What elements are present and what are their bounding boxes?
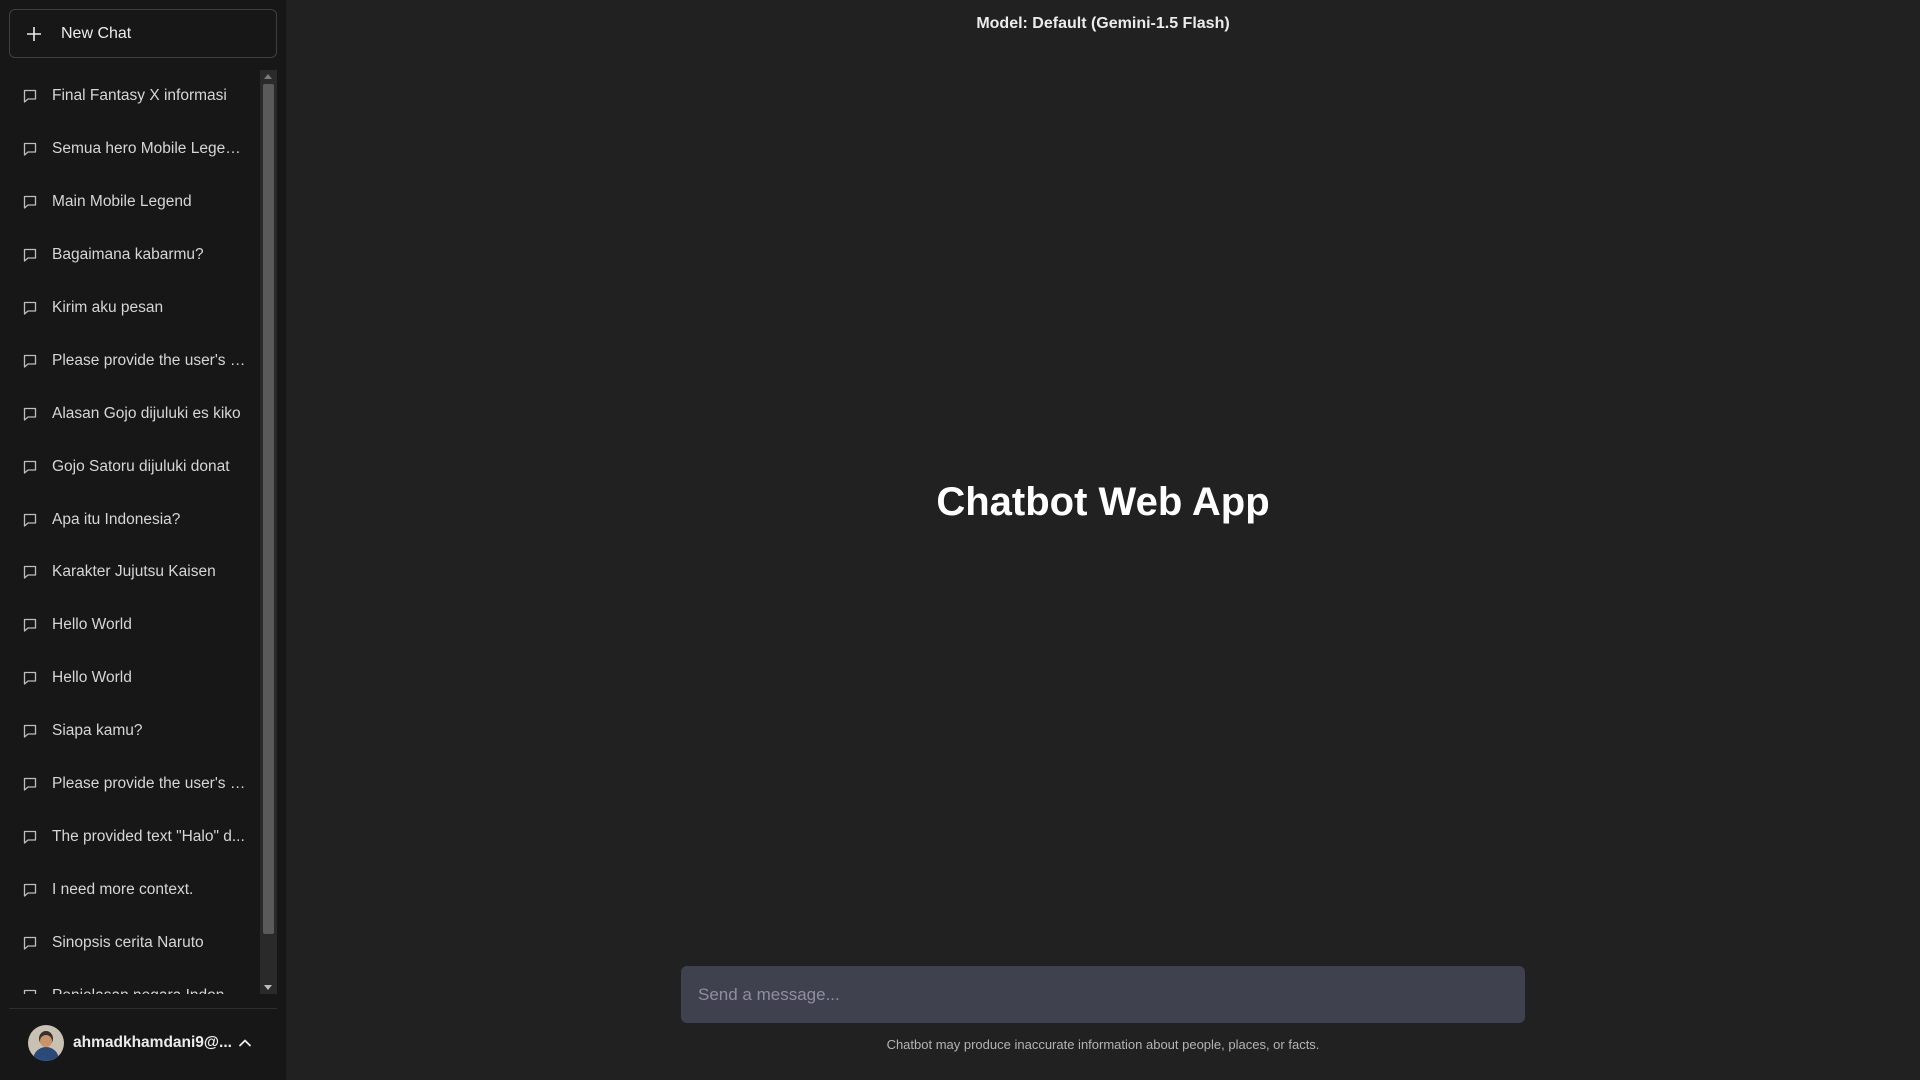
chat-bubble-icon: [22, 510, 42, 530]
chat-bubble-icon: [22, 827, 42, 847]
sidebar-chat-item[interactable]: Sinopsis cerita Naruto: [0, 916, 260, 969]
model-label: Model: Default (Gemini-1.5 Flash): [976, 15, 1230, 32]
chatbot-app: New Chat Final Fantasy X informasi Semua …: [0, 0, 1920, 1080]
sidebar: New Chat Final Fantasy X informasi Semua …: [0, 0, 286, 1080]
sidebar-chat-item[interactable]: Bagaimana kabarmu?: [0, 229, 260, 282]
sidebar-chat-item[interactable]: Hello World: [0, 652, 260, 705]
chat-item-title: Siapa kamu?: [52, 722, 143, 740]
chat-bubble-icon: [22, 139, 42, 159]
chat-item-title: Please provide the user's c...: [52, 351, 248, 369]
chat-bubble-icon: [22, 986, 42, 994]
chat-item-title: Gojo Satoru dijuluki donat: [52, 457, 230, 475]
new-chat-label: New Chat: [61, 24, 132, 42]
message-input[interactable]: [698, 966, 1525, 1023]
chat-item-title: Final Fantasy X informasi: [52, 87, 227, 105]
chevron-up-icon: [238, 1035, 254, 1051]
sidebar-chat-item[interactable]: Gojo Satoru dijuluki donat: [0, 440, 260, 493]
chat-bubble-icon: [22, 933, 42, 953]
sidebar-chat-item[interactable]: Siapa kamu?: [0, 705, 260, 758]
disclaimer-text: Chatbot may produce inaccurate informati…: [886, 1037, 1320, 1052]
chat-item-title: I need more context.: [52, 880, 194, 898]
chat-item-title: Kirim aku pesan: [52, 299, 164, 316]
sidebar-chat-item[interactable]: Alasan Gojo dijuluki es kiko: [0, 387, 260, 440]
chat-bubble-icon: [22, 404, 42, 424]
chat-bubble-icon: [22, 880, 42, 900]
chat-bubble-icon: [22, 615, 42, 635]
sidebar-chat-item[interactable]: Hello World: [0, 599, 260, 652]
chat-bubble-icon: [22, 192, 42, 212]
chat-bubble-icon: [22, 86, 42, 106]
chat-item-title: Semua hero Mobile Legends: [52, 140, 248, 158]
chat-bubble-icon: [22, 562, 42, 582]
sidebar-chat-item[interactable]: Penjelasan negara Indonesia: [0, 969, 260, 994]
scrollbar-thumb[interactable]: [263, 84, 274, 934]
sidebar-chat-item[interactable]: Please provide the user's c...: [0, 334, 260, 387]
scroll-up-arrow-icon[interactable]: [264, 74, 272, 79]
page-title: Chatbot Web App: [936, 480, 1270, 524]
chat-item-title: Penjelasan negara Indonesia: [52, 987, 248, 994]
user-menu-button[interactable]: ahmadkhamdani9@...: [28, 1024, 254, 1062]
chat-item-title: Bagaimana kabarmu?: [52, 246, 204, 264]
main-panel: Model: Default (Gemini-1.5 Flash) Chatbo…: [286, 0, 1920, 1080]
chat-item-title: Karakter Jujutsu Kaisen: [52, 563, 216, 581]
sidebar-chat-item[interactable]: Karakter Jujutsu Kaisen: [0, 546, 260, 599]
history-scrollbar[interactable]: [260, 70, 277, 994]
sidebar-chat-item[interactable]: Apa itu Indonesia?: [0, 493, 260, 546]
chat-bubble-icon: [22, 245, 42, 265]
chat-item-title: Alasan Gojo dijuluki es kiko: [52, 404, 241, 422]
chat-history-list: Final Fantasy X informasi Semua hero Mobi…: [0, 70, 260, 994]
sidebar-divider: [9, 1008, 277, 1009]
sidebar-chat-item[interactable]: Final Fantasy X informasi: [0, 70, 260, 123]
chat-item-title: Hello World: [52, 669, 132, 687]
chat-item-title: Sinopsis cerita Naruto: [52, 933, 204, 951]
chat-bubble-icon: [22, 668, 42, 688]
sidebar-chat-item[interactable]: Kirim aku pesan: [0, 282, 260, 335]
new-chat-button[interactable]: New Chat: [9, 9, 277, 58]
avatar: [28, 1025, 64, 1061]
sidebar-chat-item[interactable]: Semua hero Mobile Legends: [0, 123, 260, 176]
chat-bubble-icon: [22, 457, 42, 477]
chat-item-title: Hello World: [52, 616, 132, 634]
message-composer: [681, 966, 1525, 1023]
chat-bubble-icon: [22, 721, 42, 741]
sidebar-chat-item[interactable]: The provided text "Halo" d...: [0, 810, 260, 863]
sidebar-chat-item[interactable]: Main Mobile Legend: [0, 176, 260, 229]
chat-bubble-icon: [22, 298, 42, 318]
scroll-down-arrow-icon[interactable]: [264, 985, 272, 990]
chat-bubble-icon: [22, 351, 42, 371]
user-name: ahmadkhamdani9@...: [73, 1034, 232, 1051]
chat-item-title: The provided text "Halo" d...: [52, 827, 245, 845]
sidebar-chat-item[interactable]: I need more context.: [0, 863, 260, 916]
chat-bubble-icon: [22, 774, 42, 794]
chat-item-title: Apa itu Indonesia?: [52, 510, 181, 528]
plus-icon: [24, 24, 44, 44]
sidebar-chat-item[interactable]: Please provide the user's c...: [0, 758, 260, 811]
chat-item-title: Main Mobile Legend: [52, 193, 192, 211]
chat-item-title: Please provide the user's c...: [52, 775, 248, 793]
